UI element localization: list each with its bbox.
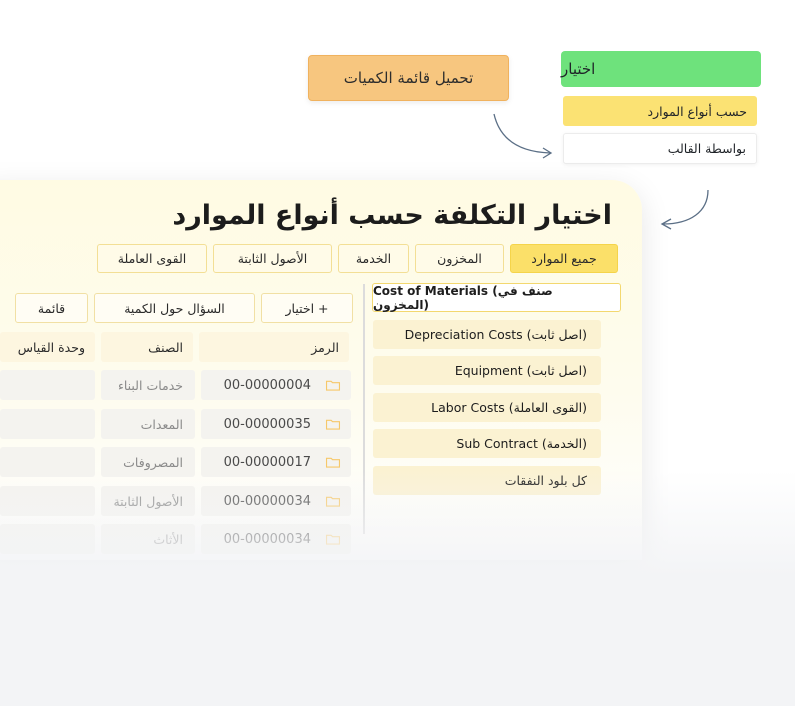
folder-icon — [325, 419, 341, 430]
folder-icon — [325, 534, 341, 545]
unit-cell — [0, 370, 95, 400]
arrow-curve-icon — [493, 113, 553, 159]
folder-icon — [325, 496, 341, 507]
ask-quantity-button[interactable]: السؤال حول الكمية — [94, 293, 255, 323]
unit-cell — [0, 486, 95, 516]
column-header-unit[interactable]: وحدة القياس — [0, 332, 95, 362]
code-cell: 00-00000034 — [201, 486, 351, 516]
code-cell: 00-00000004 — [201, 370, 351, 400]
tab-service[interactable]: الخدمة — [338, 244, 409, 273]
resource-type-sub-contract[interactable]: Sub Contract (الخدمة) — [373, 429, 601, 458]
resource-type-all-expenses[interactable]: كل بلود النفقات — [373, 466, 601, 495]
resource-type-labor[interactable]: Labor Costs (القوى العاملة) — [373, 393, 601, 422]
tab-inventory[interactable]: المخزون — [415, 244, 504, 273]
tab-workforce[interactable]: القوى العاملة — [97, 244, 207, 273]
resource-type-equipment[interactable]: Equipment (اصل ثابت) — [373, 356, 601, 385]
category-cell: خدمات البناء — [101, 370, 195, 400]
folder-icon — [325, 457, 341, 468]
flow-arrows — [493, 113, 709, 230]
column-header-code[interactable]: الرمز — [199, 332, 349, 362]
column-header-category[interactable]: الصنف — [101, 332, 193, 362]
choose-button[interactable]: + اختيار — [261, 293, 353, 323]
resource-type-depreciation[interactable]: Depreciation Costs (اصل ثابت) — [373, 320, 601, 349]
unit-cell — [0, 524, 95, 554]
folder-icon — [325, 380, 341, 391]
panel-divider — [363, 284, 365, 534]
list-button[interactable]: قائمة — [15, 293, 88, 323]
code-cell: 00-00000017 — [201, 447, 351, 477]
tab-fixed-assets[interactable]: الأصول الثابتة — [213, 244, 332, 273]
arrow-curve-icon — [660, 189, 709, 230]
category-cell: المصروفات — [101, 447, 195, 477]
code-cell: 00-00000035 — [201, 409, 351, 439]
resource-type-cost-of-materials[interactable]: Cost of Materials (صنف في المخزون) — [372, 283, 621, 312]
category-cell: الأثاث — [101, 524, 195, 554]
unit-cell — [0, 447, 95, 477]
category-cell: المعدات — [101, 409, 195, 439]
unit-cell — [0, 409, 95, 439]
tab-all-resources[interactable]: جميع الموارد — [510, 244, 618, 273]
category-cell: الأصول الثابتة — [101, 486, 195, 516]
code-cell: 00-00000034 — [201, 524, 351, 554]
